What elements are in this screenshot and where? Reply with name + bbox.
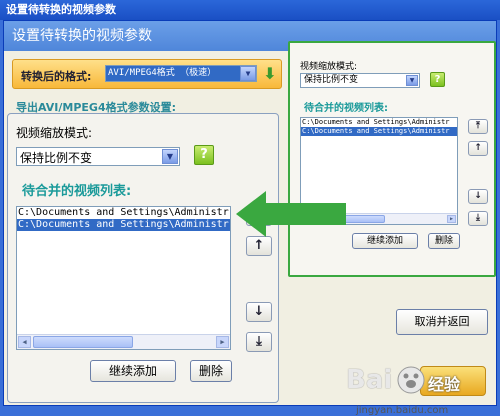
merge-list-title: 待合并的视频列表:: [22, 184, 132, 199]
scroll-left-icon[interactable]: ◀: [18, 336, 31, 348]
scroll-right-icon[interactable]: ▶: [447, 215, 456, 223]
scale-mode-select[interactable]: 保持比例不变 ▼: [16, 147, 180, 166]
format-select[interactable]: AVI/MPEG4格式 （极速） ▼: [105, 65, 257, 82]
move-top-button[interactable]: ⤒: [468, 119, 488, 134]
move-up-button[interactable]: ↑: [468, 141, 488, 156]
list-item[interactable]: C:\Documents and Settings\Administr: [301, 127, 457, 136]
watermark-url: jingyan.baidu.com: [356, 405, 449, 416]
list-item[interactable]: C:\Documents and Settings\Administr: [301, 118, 457, 127]
scale-mode-value: 保持比例不变: [20, 151, 93, 165]
scale-mode-value: 保持比例不变: [304, 75, 359, 85]
move-down-button[interactable]: ↓: [246, 302, 272, 322]
move-bottom-button[interactable]: ⤓: [246, 332, 272, 352]
scroll-right-icon[interactable]: ▶: [216, 336, 229, 348]
add-more-button[interactable]: 继续添加: [352, 233, 418, 249]
scale-mode-label: 视频缩放模式:: [300, 62, 358, 72]
left-arrow-icon: [236, 191, 346, 237]
chevron-down-icon[interactable]: ▼: [406, 75, 418, 86]
watermark-brand-secondary: 经验: [428, 375, 461, 394]
scrollbar-thumb[interactable]: [33, 336, 133, 348]
paw-logo-icon: [397, 366, 425, 394]
merge-list-title: 待合并的视频列表:: [304, 103, 388, 114]
list-item[interactable]: C:\Documents and Settings\Administr: [17, 219, 230, 231]
horizontal-scrollbar[interactable]: ◀ ▶: [17, 334, 230, 349]
watermark-brand: Bai: [346, 365, 393, 395]
main-settings-panel: 视频缩放模式: 保持比例不变 ▼ ? 待合并的视频列表: C:\Document…: [7, 113, 279, 403]
help-button[interactable]: ?: [194, 145, 214, 165]
move-up-button[interactable]: ↑: [246, 236, 272, 256]
dialog-frame: 设置待转换的视频参数 转换后的格式: AVI/MPEG4格式 （极速） ▼ ⬇ …: [3, 20, 497, 416]
format-bar: 转换后的格式: AVI/MPEG4格式 （极速） ▼ ⬇: [12, 59, 282, 89]
add-more-button[interactable]: 继续添加: [90, 360, 176, 382]
scale-mode-label: 视频缩放模式:: [16, 126, 93, 140]
scale-mode-select[interactable]: 保持比例不变 ▼: [300, 73, 420, 88]
list-item[interactable]: C:\Documents and Settings\Administr: [17, 207, 230, 219]
format-label: 转换后的格式:: [21, 70, 92, 83]
move-down-button[interactable]: ↓: [468, 189, 488, 204]
preview-panel: 视频缩放模式: 保持比例不变 ▼ ? 待合并的视频列表: C:\Document…: [288, 41, 496, 277]
download-arrow-icon[interactable]: ⬇: [261, 63, 279, 85]
move-bottom-button[interactable]: ⤓: [468, 211, 488, 226]
format-selected-value: AVI/MPEG4格式 （极速）: [106, 66, 240, 81]
delete-button[interactable]: 删除: [428, 233, 460, 249]
cancel-return-button[interactable]: 取消并返回: [396, 309, 488, 335]
chevron-down-icon[interactable]: ▼: [240, 66, 256, 81]
delete-button[interactable]: 删除: [190, 360, 232, 382]
chevron-down-icon[interactable]: ▼: [162, 149, 178, 164]
window-title: 设置待转换的视频参数: [0, 0, 500, 20]
help-button[interactable]: ?: [430, 72, 445, 87]
merge-video-list[interactable]: C:\Documents and Settings\Administr C:\D…: [16, 206, 231, 350]
